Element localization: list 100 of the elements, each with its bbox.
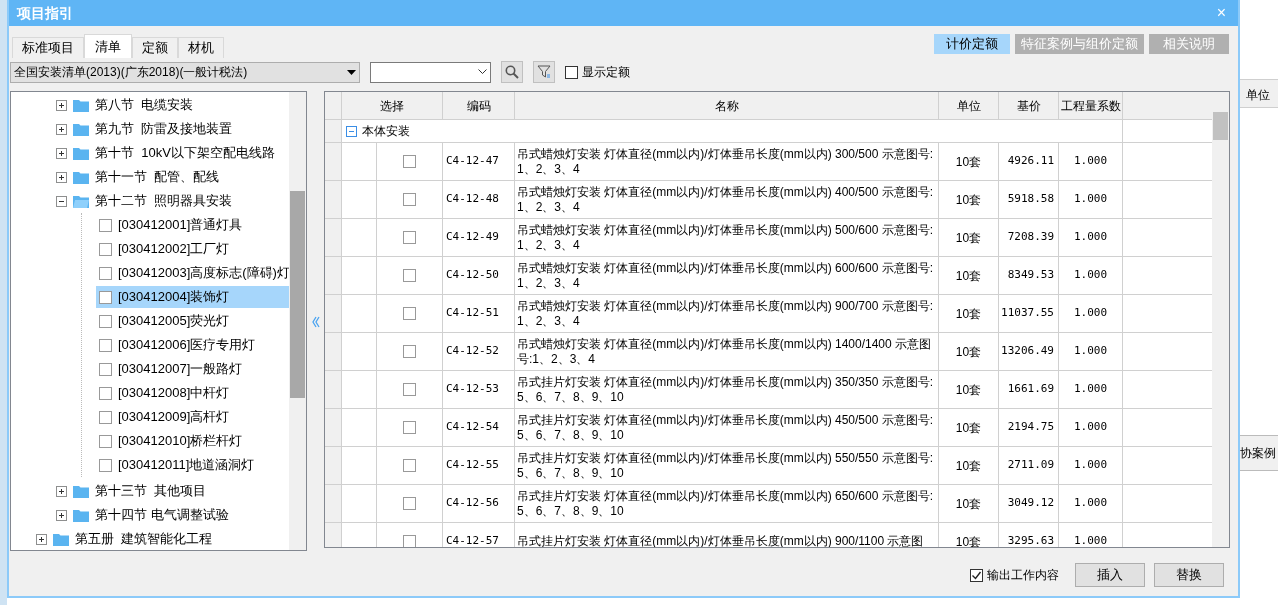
checkbox[interactable] <box>99 386 112 400</box>
checkbox[interactable] <box>99 218 112 232</box>
column-header[interactable]: 编码 <box>443 92 515 119</box>
tree-item[interactable]: [030412004]装饰灯 <box>96 286 289 308</box>
tree-item[interactable]: [030412005]荧光灯 <box>96 310 289 332</box>
checkbox[interactable] <box>403 231 416 244</box>
column-header: 单位 <box>1240 80 1278 108</box>
factor-cell: 1.000 <box>1059 447 1123 484</box>
expand-icon[interactable] <box>36 533 47 545</box>
search-button[interactable] <box>501 61 523 83</box>
checkbox[interactable] <box>403 421 416 434</box>
checkbox[interactable] <box>403 535 416 547</box>
tree-item[interactable]: [030412003]高度标志(障碍)灯 <box>96 262 289 284</box>
tab[interactable]: 定额 <box>132 37 178 58</box>
expand-icon[interactable] <box>56 123 67 135</box>
checkbox[interactable] <box>403 497 416 510</box>
view-tab[interactable]: 计价定额 <box>934 34 1010 54</box>
factor-cell: 1.000 <box>1059 257 1123 294</box>
checkbox[interactable] <box>99 266 112 280</box>
checkbox[interactable] <box>403 383 416 396</box>
expand-icon[interactable] <box>56 509 67 521</box>
tree-item[interactable]: 第十二节 照明器具安装 <box>95 191 233 211</box>
filter-button[interactable] <box>533 61 555 83</box>
tree-item[interactable]: [030412001]普通灯具 <box>96 214 289 236</box>
code-cell: C4-12-48 <box>443 181 515 218</box>
factor-cell: 1.000 <box>1059 219 1123 256</box>
column-header[interactable]: 基价 <box>999 92 1059 119</box>
factor-cell: 1.000 <box>1059 333 1123 370</box>
checkbox[interactable] <box>99 362 112 376</box>
tree-item[interactable]: 第五册 建筑智能化工程 <box>75 529 213 549</box>
tree-item[interactable]: 第十三节 其他项目 <box>95 481 207 501</box>
tab[interactable]: 材机 <box>178 37 224 58</box>
checkbox[interactable] <box>403 269 416 282</box>
checkbox[interactable] <box>99 434 112 448</box>
unit-cell: 10套 <box>939 371 999 408</box>
tree-item[interactable]: [030412002]工厂灯 <box>96 238 289 260</box>
checkbox[interactable] <box>403 307 416 320</box>
unit-cell: 10套 <box>939 295 999 332</box>
tree-item[interactable]: [030412011]地道涵洞灯 <box>96 454 289 476</box>
tree-item[interactable]: [030412006]医疗专用灯 <box>96 334 289 356</box>
price-cell: 4926.11 <box>999 143 1059 180</box>
checkbox[interactable] <box>403 345 416 358</box>
checkbox-label: 输出工作内容 <box>987 567 1059 584</box>
column-header[interactable]: 选择 <box>342 92 443 119</box>
checkbox[interactable] <box>403 459 416 472</box>
scrollbar-thumb[interactable] <box>290 190 305 398</box>
tree-item[interactable]: 第八节 电缆安装 <box>95 95 194 115</box>
checkbox[interactable] <box>99 290 112 304</box>
scrollbar-thumb[interactable] <box>1213 112 1228 140</box>
name-cell: 吊式蜡烛灯安装 灯体直径(mm以内)/灯体垂吊长度(mm以内) 1400/1400 示意图号:1、2、3、4 <box>515 333 939 370</box>
checkbox[interactable] <box>403 193 416 206</box>
filter-icon <box>537 65 551 79</box>
checkbox[interactable] <box>99 458 112 472</box>
checkbox[interactable] <box>99 410 112 424</box>
checkbox[interactable] <box>565 65 578 79</box>
expand-icon[interactable] <box>56 171 67 183</box>
dialog-button[interactable]: 替换 <box>1154 563 1224 587</box>
expand-icon[interactable] <box>56 485 67 497</box>
tree-item[interactable]: [030412007]一般路灯 <box>96 358 289 380</box>
column-header[interactable]: 名称 <box>515 92 939 119</box>
price-cell: 5918.58 <box>999 181 1059 218</box>
folder-icon <box>73 194 89 208</box>
price-cell: 1661.69 <box>999 371 1059 408</box>
filter-combo[interactable] <box>370 61 491 83</box>
tab[interactable]: 标准项目 <box>12 37 84 58</box>
library-dropdown[interactable]: 全国安装清单(2013)(广东2018)(一般计税法) <box>10 61 360 83</box>
checkbox[interactable] <box>403 155 416 168</box>
column-header[interactable]: 工程量系数 <box>1059 92 1123 119</box>
dialog-button[interactable]: 插入 <box>1075 563 1145 587</box>
code-cell: C4-12-49 <box>443 219 515 256</box>
tree-item[interactable]: [030412008]中杆灯 <box>96 382 289 404</box>
tree-item[interactable]: 第十节 10kV以下架空配电线路 <box>95 143 275 163</box>
price-cell: 2194.75 <box>999 409 1059 446</box>
code-cell: C4-12-53 <box>443 371 515 408</box>
case-button[interactable]: 协案例 <box>1240 435 1278 471</box>
price-cell: 3049.12 <box>999 485 1059 522</box>
tree-item[interactable]: [030412009]高杆灯 <box>96 406 289 428</box>
unit-cell: 10套 <box>939 219 999 256</box>
checkbox[interactable] <box>99 242 112 256</box>
price-cell: 13206.49 <box>999 333 1059 370</box>
checkbox[interactable] <box>99 314 112 328</box>
tab[interactable]: 清单 <box>84 34 132 58</box>
factor-cell: 1.000 <box>1059 409 1123 446</box>
scrollbar[interactable] <box>1212 92 1229 547</box>
collapse-icon[interactable] <box>56 195 67 207</box>
tree-item[interactable]: 第十一节 配管、配线 <box>95 167 220 187</box>
checkbox[interactable] <box>99 338 112 352</box>
name-cell: 吊式挂片灯安装 灯体直径(mm以内)/灯体垂吊长度(mm以内) 550/550 示意图号: 5、6、7、8、9、10 <box>515 447 939 484</box>
unit-cell: 10套 <box>939 257 999 294</box>
column-header[interactable]: 单位 <box>939 92 999 119</box>
tree-item[interactable]: 第九节 防雷及接地装置 <box>95 119 233 139</box>
collapse-left-icon[interactable] <box>311 316 320 328</box>
expand-icon[interactable] <box>56 99 67 111</box>
search-icon <box>505 65 519 79</box>
scrollbar[interactable] <box>289 92 306 550</box>
dropdown-arrow-icon <box>347 69 356 75</box>
tree-item[interactable]: [030412010]桥栏杆灯 <box>96 430 289 452</box>
checkbox[interactable] <box>970 568 983 582</box>
tree-item[interactable]: 第十四节 电气调整试验 <box>95 505 229 525</box>
expand-icon[interactable] <box>56 147 67 159</box>
